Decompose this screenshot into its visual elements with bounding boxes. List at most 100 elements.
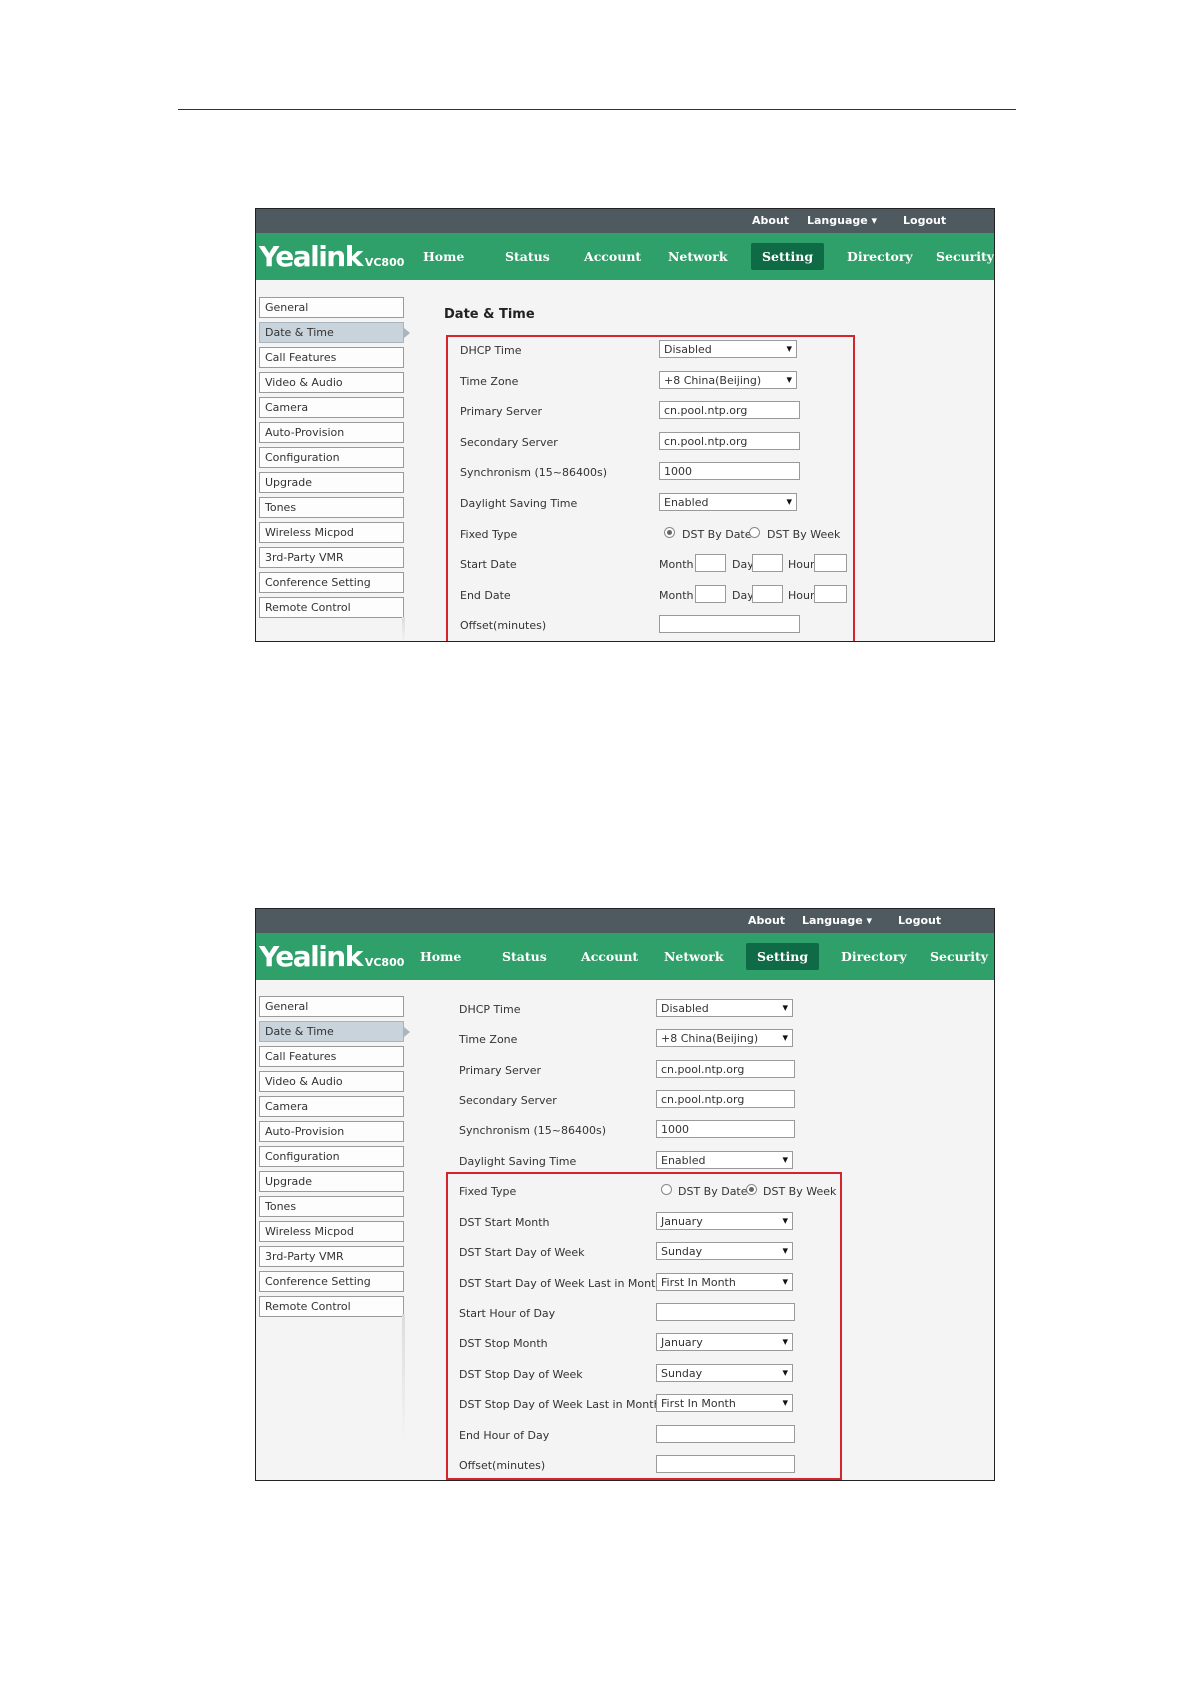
- dhcp-time-select[interactable]: Disabled: [656, 999, 793, 1017]
- page-header-rule: [178, 109, 1016, 110]
- start-day-input[interactable]: [752, 554, 783, 572]
- sidebar-item-remote-control[interactable]: Remote Control: [259, 1296, 404, 1317]
- offset-input[interactable]: [659, 615, 800, 633]
- synchronism-input[interactable]: 1000: [659, 462, 800, 480]
- sidebar-item-call-features[interactable]: Call Features: [259, 347, 404, 368]
- sidebar-item-date-time[interactable]: Date & Time: [259, 322, 410, 343]
- logout-link[interactable]: Logout: [898, 914, 941, 927]
- dst-stop-dow-select[interactable]: Sunday: [656, 1364, 793, 1382]
- sidebar-item-3rd-party-vmr[interactable]: 3rd-Party VMR: [259, 1246, 404, 1267]
- start-month-label: Month: [659, 558, 694, 571]
- daylight-saving-select[interactable]: Enabled: [656, 1151, 793, 1169]
- sidebar-item-conference-setting[interactable]: Conference Setting: [259, 1271, 404, 1292]
- fixed-type-label: Fixed Type: [460, 528, 518, 541]
- sidebar-item-auto-provision[interactable]: Auto-Provision: [259, 1121, 404, 1142]
- dst-by-date-radio[interactable]: [661, 1184, 672, 1195]
- tab-setting[interactable]: Setting: [746, 943, 820, 970]
- start-hour-input[interactable]: [814, 554, 847, 572]
- daylight-saving-label: Daylight Saving Time: [460, 497, 578, 510]
- time-zone-label: Time Zone: [460, 375, 519, 388]
- dst-by-week-radio[interactable]: [746, 1184, 757, 1195]
- end-hour-label: End Hour of Day: [459, 1429, 550, 1442]
- top-utility-bar: About Language ▾ Logout: [256, 209, 994, 233]
- tab-home[interactable]: Home: [420, 949, 461, 964]
- start-month-input[interactable]: [695, 554, 726, 572]
- fixed-type-label: Fixed Type: [459, 1185, 517, 1198]
- primary-server-input[interactable]: cn.pool.ntp.org: [656, 1060, 795, 1078]
- dst-start-dow-last-select[interactable]: First In Month: [656, 1273, 793, 1291]
- tab-network[interactable]: Network: [668, 249, 728, 264]
- time-zone-select[interactable]: +8 China(Beijing): [656, 1029, 793, 1047]
- dst-start-dow-label: DST Start Day of Week: [459, 1246, 585, 1259]
- end-date-label: End Date: [460, 589, 511, 602]
- time-zone-label: Time Zone: [459, 1033, 518, 1046]
- dst-by-date-radio[interactable]: [664, 527, 675, 538]
- time-zone-select[interactable]: +8 China(Beijing): [659, 371, 797, 389]
- sidebar-item-3rd-party-vmr[interactable]: 3rd-Party VMR: [259, 547, 404, 568]
- dst-by-week-radio[interactable]: [749, 527, 760, 538]
- tab-security[interactable]: Security: [936, 249, 994, 264]
- main-nav: Yealink VC800 Home Status Account Network…: [256, 933, 994, 980]
- tab-status[interactable]: Status: [505, 249, 550, 264]
- secondary-server-input[interactable]: cn.pool.ntp.org: [659, 432, 800, 450]
- dst-by-week-label: DST By Week: [763, 1185, 837, 1198]
- dst-stop-dow-label: DST Stop Day of Week: [459, 1368, 583, 1381]
- sidebar-item-wireless-micpod[interactable]: Wireless Micpod: [259, 1221, 404, 1242]
- end-hour-input[interactable]: [656, 1425, 795, 1443]
- tab-account[interactable]: Account: [581, 949, 638, 964]
- sidebar-item-camera[interactable]: Camera: [259, 1096, 404, 1117]
- tab-setting[interactable]: Setting: [751, 243, 825, 270]
- dst-stop-dow-last-label: DST Stop Day of Week Last in Month: [459, 1398, 661, 1411]
- sidebar-item-configuration[interactable]: Configuration: [259, 1146, 404, 1167]
- tab-network[interactable]: Network: [664, 949, 724, 964]
- sidebar-item-call-features[interactable]: Call Features: [259, 1046, 404, 1067]
- end-month-input[interactable]: [695, 585, 726, 603]
- sidebar-item-conference-setting[interactable]: Conference Setting: [259, 572, 404, 593]
- sidebar-item-camera[interactable]: Camera: [259, 397, 404, 418]
- synchronism-input[interactable]: 1000: [656, 1120, 795, 1138]
- secondary-server-input[interactable]: cn.pool.ntp.org: [656, 1090, 795, 1108]
- daylight-saving-select[interactable]: Enabled: [659, 493, 797, 511]
- language-menu[interactable]: Language ▾: [807, 214, 877, 227]
- about-link[interactable]: About: [748, 914, 785, 927]
- dhcp-time-select[interactable]: Disabled: [659, 340, 797, 358]
- dst-start-dow-select[interactable]: Sunday: [656, 1242, 793, 1260]
- start-date-label: Start Date: [460, 558, 517, 571]
- offset-input[interactable]: [656, 1455, 795, 1473]
- sidebar-item-upgrade[interactable]: Upgrade: [259, 472, 404, 493]
- tab-directory[interactable]: Directory: [841, 949, 907, 964]
- primary-server-input[interactable]: cn.pool.ntp.org: [659, 401, 800, 419]
- tab-directory[interactable]: Directory: [847, 249, 913, 264]
- yealink-logo: Yealink VC800: [259, 940, 405, 973]
- logout-link[interactable]: Logout: [903, 214, 946, 227]
- sidebar-item-configuration[interactable]: Configuration: [259, 447, 404, 468]
- sidebar-item-remote-control[interactable]: Remote Control: [259, 597, 404, 618]
- dst-start-month-label: DST Start Month: [459, 1216, 550, 1229]
- about-link[interactable]: About: [752, 214, 789, 227]
- dst-stop-dow-last-select[interactable]: First In Month: [656, 1394, 793, 1412]
- tab-account[interactable]: Account: [584, 249, 641, 264]
- dst-start-month-select[interactable]: January: [656, 1212, 793, 1230]
- tab-security[interactable]: Security: [930, 949, 988, 964]
- sidebar-item-date-time[interactable]: Date & Time: [259, 1021, 410, 1042]
- main-nav: Yealink VC800 Home Status Account Network…: [256, 233, 994, 280]
- end-hour-input[interactable]: [814, 585, 847, 603]
- sidebar-item-auto-provision[interactable]: Auto-Provision: [259, 422, 404, 443]
- tab-status[interactable]: Status: [502, 949, 547, 964]
- sidebar-item-wireless-micpod[interactable]: Wireless Micpod: [259, 522, 404, 543]
- sidebar-item-general[interactable]: General: [259, 297, 404, 318]
- tab-home[interactable]: Home: [423, 249, 464, 264]
- sidebar-item-general[interactable]: General: [259, 996, 404, 1017]
- dst-by-date-label: DST By Date: [678, 1185, 748, 1198]
- sidebar-shadow: [402, 1314, 405, 1444]
- daylight-saving-label: Daylight Saving Time: [459, 1155, 577, 1168]
- sidebar-item-upgrade[interactable]: Upgrade: [259, 1171, 404, 1192]
- language-menu[interactable]: Language ▾: [802, 914, 872, 927]
- sidebar-item-tones[interactable]: Tones: [259, 1196, 404, 1217]
- sidebar-item-video-audio[interactable]: Video & Audio: [259, 372, 404, 393]
- sidebar-item-tones[interactable]: Tones: [259, 497, 404, 518]
- end-day-input[interactable]: [752, 585, 783, 603]
- start-hour-input[interactable]: [656, 1303, 795, 1321]
- sidebar-item-video-audio[interactable]: Video & Audio: [259, 1071, 404, 1092]
- dst-stop-month-select[interactable]: January: [656, 1333, 793, 1351]
